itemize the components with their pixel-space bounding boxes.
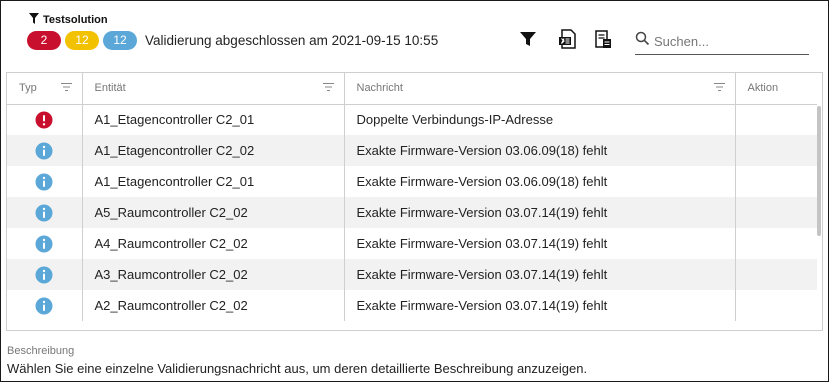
- action-cell: [735, 228, 817, 259]
- column-header-action-label: Aktion: [747, 82, 779, 95]
- message-cell: Exakte Firmware-Version 03.07.14(19) feh…: [344, 197, 736, 228]
- filter-icon: [29, 11, 39, 29]
- solution-title-row: Testsolution: [29, 11, 108, 29]
- filter-icon: [520, 31, 536, 52]
- table-row[interactable]: A4_Raumcontroller C2_02 Exakte Firmware-V…: [7, 228, 817, 259]
- column-header-message[interactable]: Nachricht: [344, 73, 736, 105]
- excel-export-icon: [558, 28, 578, 54]
- type-cell: [7, 166, 83, 197]
- excel-export-button[interactable]: [556, 28, 580, 54]
- action-cell: [735, 290, 817, 321]
- column-filter-icon[interactable]: [713, 82, 725, 94]
- table-row[interactable]: A3_Raumcontroller C2_02 Exakte Firmware-V…: [7, 259, 817, 290]
- type-cell: [7, 104, 83, 135]
- action-cell: [735, 259, 817, 290]
- message-cell: Doppelte Verbindungs-IP-Adresse: [344, 104, 736, 135]
- document-export-icon: [593, 29, 613, 54]
- error-count-badge[interactable]: 2: [27, 31, 61, 50]
- type-cell: [7, 259, 83, 290]
- validation-panel: Testsolution 2 12 12 Validierung abgesch…: [0, 0, 829, 382]
- messages-table: Typ Entität Nachricht Aktion A1_Etagenco…: [6, 72, 823, 331]
- type-cell: [7, 228, 83, 259]
- info-icon: [35, 142, 53, 159]
- search-field: [635, 28, 809, 55]
- info-icon: [35, 204, 53, 221]
- column-header-entity-label: Entität: [94, 82, 126, 95]
- entity-cell: A1_Etagencontroller C2_01: [82, 166, 345, 197]
- table-row[interactable]: A1_Etagencontroller C2_01 Doppelte Verbin…: [7, 104, 817, 135]
- search-icon: [635, 31, 650, 51]
- description-text: Wählen Sie eine einzelne Validierungsnac…: [7, 361, 588, 376]
- table-row[interactable]: A2_Raumcontroller C2_02 Exakte Firmware-V…: [7, 290, 817, 321]
- document-export-button[interactable]: [591, 29, 615, 53]
- badge-group: 2 12 12 Validierung abgeschlossen am 202…: [27, 31, 438, 50]
- type-cell: [7, 290, 83, 321]
- type-cell: [7, 135, 83, 166]
- message-cell: Exakte Firmware-Version 03.07.14(19) feh…: [344, 290, 736, 321]
- solution-title: Testsolution: [43, 14, 108, 26]
- column-header-entity[interactable]: Entität: [82, 73, 345, 105]
- table-row[interactable]: A1_Etagencontroller C2_01 Exakte Firmware…: [7, 166, 817, 197]
- entity-cell: A1_Etagencontroller C2_01: [82, 104, 345, 135]
- column-header-message-label: Nachricht: [356, 82, 403, 95]
- table-row[interactable]: A1_Etagencontroller C2_02 Exakte Firmware…: [7, 135, 817, 166]
- validation-status: Validierung abgeschlossen am 2021-09-15 …: [145, 33, 439, 48]
- info-icon: [35, 235, 53, 252]
- column-filter-icon[interactable]: [322, 82, 334, 94]
- action-cell: [735, 135, 817, 166]
- entity-cell: A3_Raumcontroller C2_02: [82, 259, 345, 290]
- column-header-type-label: Typ: [19, 82, 37, 95]
- message-cell: Exakte Firmware-Version 03.06.09(18) feh…: [344, 166, 736, 197]
- info-icon: [35, 297, 53, 314]
- action-cell: [735, 166, 817, 197]
- entity-cell: A5_Raumcontroller C2_02: [82, 197, 345, 228]
- error-icon: [35, 111, 53, 129]
- table-row[interactable]: A5_Raumcontroller C2_02 Exakte Firmware-V…: [7, 197, 817, 228]
- description-label: Beschreibung: [7, 345, 75, 357]
- entity-cell: A4_Raumcontroller C2_02: [82, 228, 345, 259]
- entity-cell: A2_Raumcontroller C2_02: [82, 290, 345, 321]
- column-header-type[interactable]: Typ: [7, 73, 83, 105]
- search-input[interactable]: [654, 33, 804, 49]
- column-filter-icon[interactable]: [60, 82, 72, 94]
- info-icon: [35, 266, 53, 283]
- type-cell: [7, 197, 83, 228]
- filter-button[interactable]: [516, 29, 540, 53]
- action-cell: [735, 104, 817, 135]
- entity-cell: A1_Etagencontroller C2_02: [82, 135, 345, 166]
- validation-header: Testsolution 2 12 12 Validierung abgesch…: [1, 1, 828, 65]
- action-cell: [735, 197, 817, 228]
- table-header-row: Typ Entität Nachricht Aktion: [7, 73, 817, 105]
- warning-count-badge[interactable]: 12: [65, 31, 99, 50]
- column-header-action: Aktion: [735, 73, 817, 105]
- info-icon: [35, 173, 53, 190]
- message-cell: Exakte Firmware-Version 03.07.14(19) feh…: [344, 259, 736, 290]
- info-count-badge[interactable]: 12: [103, 31, 137, 50]
- message-cell: Exakte Firmware-Version 03.07.14(19) feh…: [344, 228, 736, 259]
- message-cell: Exakte Firmware-Version 03.06.09(18) feh…: [344, 135, 736, 166]
- table-scrollbar[interactable]: [817, 106, 821, 236]
